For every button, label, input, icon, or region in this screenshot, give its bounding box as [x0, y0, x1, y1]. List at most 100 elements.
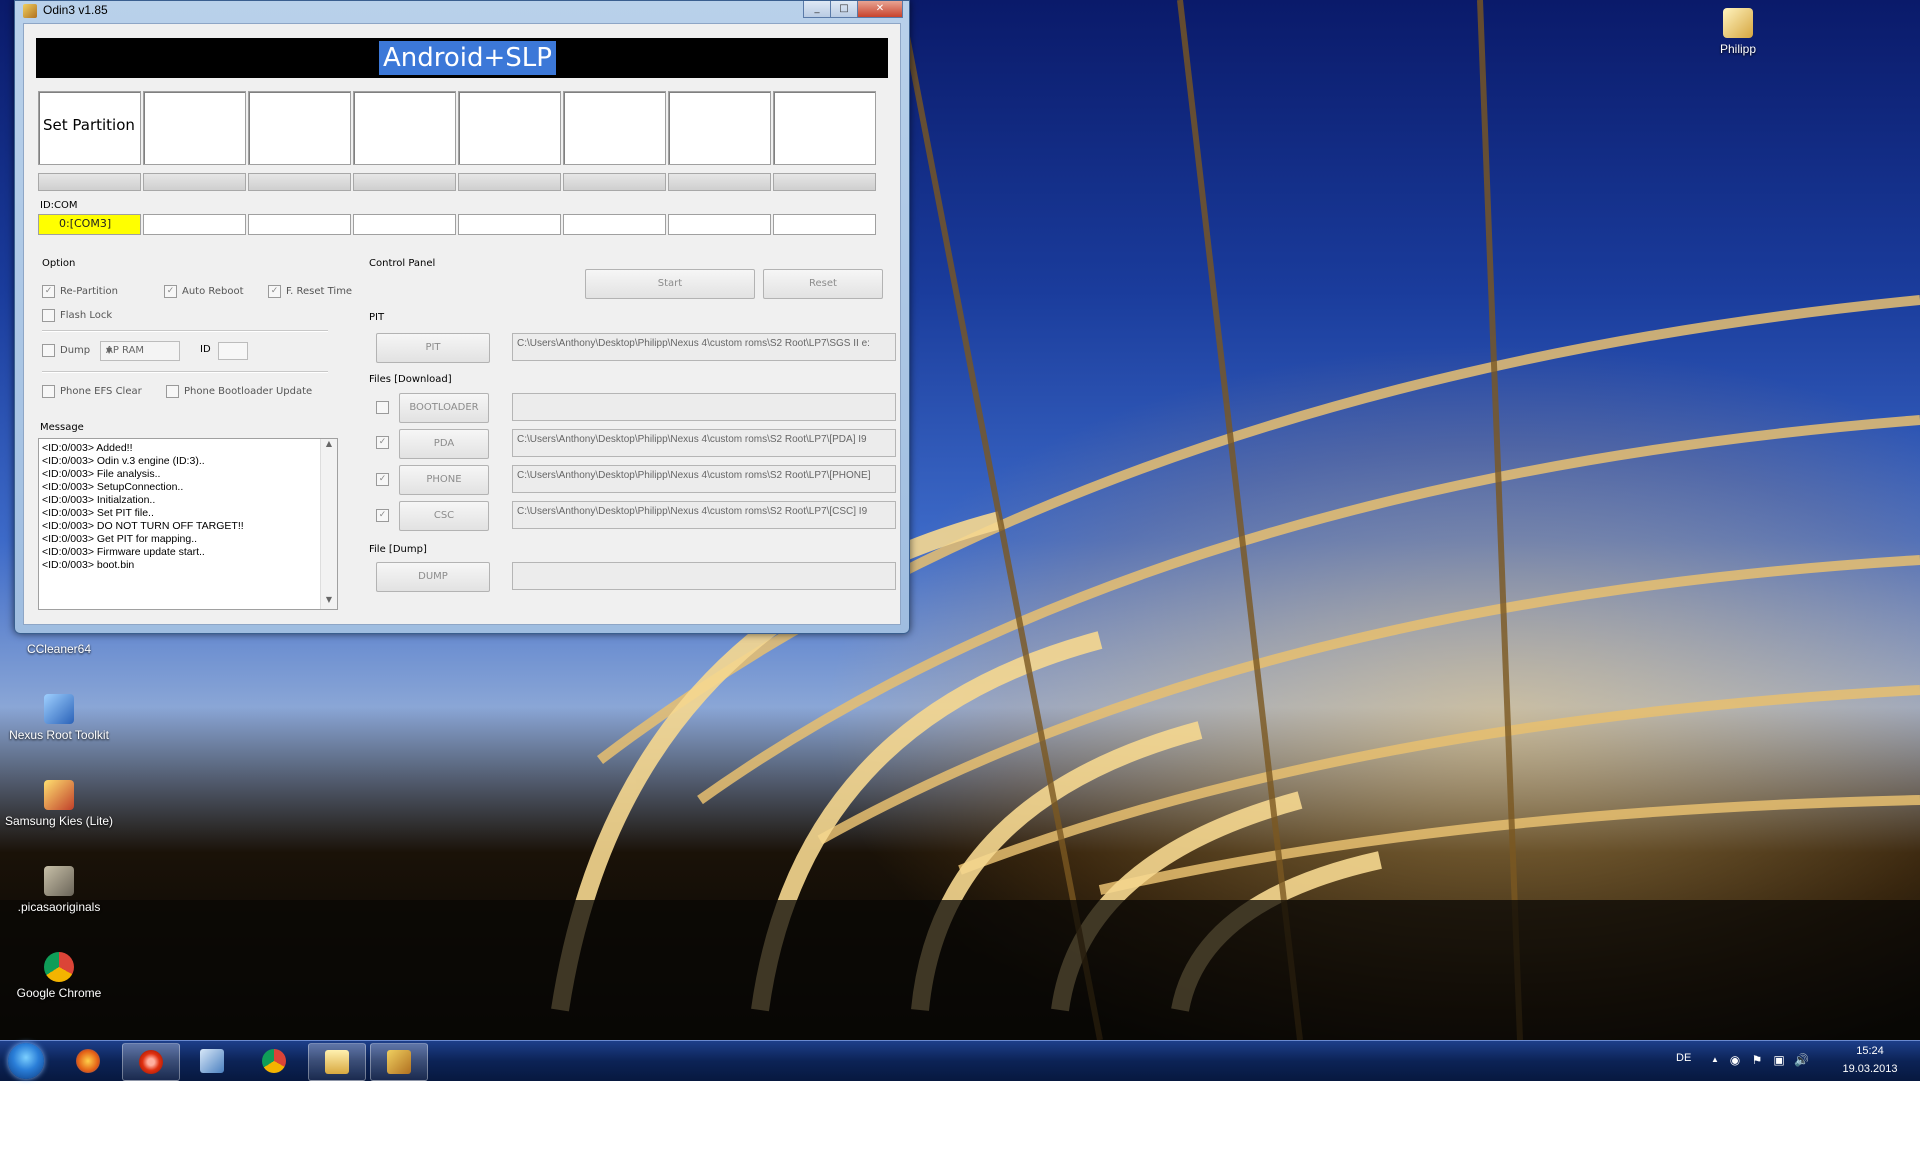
clock-date[interactable]: 19.03.2013 [1830, 1063, 1910, 1075]
log-line: <ID:0/003> Added!! [42, 442, 133, 454]
checkbox-unchecked [42, 309, 55, 322]
desktop-icon-ccleaner[interactable]: CCleaner64 [4, 642, 114, 656]
phone-path-field[interactable]: C:\Users\Anthony\Desktop\Philipp\Nexus 4… [512, 465, 896, 493]
chrome-icon [44, 952, 74, 982]
log-line: <ID:0/003> SetupConnection.. [42, 481, 184, 493]
close-button[interactable]: ✕ [857, 1, 903, 18]
volume-icon[interactable]: 🔊 [1794, 1053, 1809, 1067]
file-dump-label: File [Dump] [369, 544, 427, 555]
pda-button[interactable]: PDA [399, 429, 489, 459]
pit-path-field[interactable]: C:\Users\Anthony\Desktop\Philipp\Nexus 4… [512, 333, 896, 361]
progress-bar-1 [38, 173, 141, 191]
maximize-button[interactable]: □ [830, 1, 858, 18]
chrome-icon [262, 1049, 286, 1073]
taskbar-remote-desktop[interactable] [184, 1043, 240, 1079]
system-tray: DE ▲ ◉ ⚑ ▣ 🔊 15:24 19.03.2013 [1670, 1041, 1920, 1081]
port-box-8 [773, 91, 876, 165]
desktop-icon-philipp[interactable]: Philipp [1683, 8, 1793, 56]
show-hidden-icons-icon[interactable]: ▲ [1708, 1053, 1722, 1067]
app-icon [44, 780, 74, 810]
language-indicator[interactable]: DE [1676, 1052, 1691, 1064]
network-icon[interactable]: ▣ [1772, 1053, 1786, 1067]
desktop-icon-google-chrome[interactable]: Google Chrome [4, 952, 114, 1000]
dump-path-field[interactable] [512, 562, 896, 590]
flash-lock-checkbox[interactable]: Flash Lock [42, 309, 112, 322]
message-label: Message [40, 422, 84, 433]
csc-checkbox[interactable]: ✓ [376, 509, 389, 522]
progress-bar-7 [668, 173, 771, 191]
port-box-2 [143, 91, 246, 165]
log-line: <ID:0/003> Set PIT file.. [42, 507, 154, 519]
progress-bar-2 [143, 173, 246, 191]
id-label: ID [200, 344, 211, 355]
folder-icon [1723, 8, 1753, 38]
dump-target-select[interactable]: AP RAM ▼ [100, 341, 180, 361]
files-download-label: Files [Download] [369, 374, 452, 385]
start-button[interactable]: Start [585, 269, 755, 299]
re-partition-checkbox[interactable]: ✓ Re-Partition [42, 285, 118, 298]
port-box-5 [458, 91, 561, 165]
firefox-icon [76, 1049, 100, 1073]
action-center-flag-icon[interactable]: ⚑ [1750, 1053, 1764, 1067]
pda-path-field[interactable]: C:\Users\Anthony\Desktop\Philipp\Nexus 4… [512, 429, 896, 457]
bootloader-button[interactable]: BOOTLOADER [399, 393, 489, 423]
dump-button[interactable]: DUMP [376, 562, 490, 592]
port-box-4 [353, 91, 456, 165]
desktop-icon-label: CCleaner64 [26, 642, 92, 656]
com-box-1: 0:[COM3] [38, 214, 141, 235]
title-bar[interactable]: Odin3 v1.85 _ □ ✕ [15, 1, 909, 21]
phone-checkbox[interactable]: ✓ [376, 473, 389, 486]
log-line: <ID:0/003> File analysis.. [42, 468, 161, 480]
message-log[interactable]: <ID:0/003> Added!! <ID:0/003> Odin v.3 e… [38, 438, 338, 610]
pit-group-label: PIT [369, 312, 385, 323]
bootloader-path-field[interactable] [512, 393, 896, 421]
desktop-icon-label: Google Chrome [16, 986, 102, 1000]
id-input[interactable] [218, 342, 248, 360]
phone-bootloader-update-checkbox[interactable]: Phone Bootloader Update [166, 385, 312, 398]
checkbox-checked: ✓ [164, 285, 177, 298]
network-globe-icon[interactable]: ◉ [1728, 1053, 1742, 1067]
minimize-button[interactable]: _ [803, 1, 831, 18]
csc-path-field[interactable]: C:\Users\Anthony\Desktop\Philipp\Nexus 4… [512, 501, 896, 529]
odin-window: Odin3 v1.85 _ □ ✕ Android+SLP Set Partit… [14, 0, 910, 634]
bootloader-checkbox[interactable] [376, 401, 389, 414]
progress-bar-6 [563, 173, 666, 191]
taskbar-odin[interactable] [370, 1043, 428, 1081]
csc-button[interactable]: CSC [399, 501, 489, 531]
desktop-icon-nexus-root-toolkit[interactable]: Nexus Root Toolkit [4, 694, 114, 742]
pda-checkbox[interactable]: ✓ [376, 436, 389, 449]
desktop-icon-label: Samsung Kies (Lite) [4, 814, 114, 828]
odin-client-area: Android+SLP Set Partition ID:COM 0:[COM3… [23, 23, 901, 625]
option-group-label: Option [42, 258, 76, 269]
desktop-icon-picasaoriginals[interactable]: .picasaoriginals [4, 866, 114, 914]
banner-text: Android+SLP [379, 41, 556, 75]
log-line: <ID:0/003> DO NOT TURN OFF TARGET!! [42, 520, 244, 532]
dump-checkbox[interactable]: Dump [42, 344, 90, 357]
taskbar-explorer[interactable] [308, 1043, 366, 1081]
taskbar-chrome[interactable] [246, 1043, 302, 1079]
reset-button[interactable]: Reset [763, 269, 883, 299]
checkbox-unchecked [42, 385, 55, 398]
com-box-8 [773, 214, 876, 235]
port-box-1: Set Partition [38, 91, 141, 165]
start-button[interactable] [8, 1043, 44, 1079]
taskbar-firefox[interactable] [60, 1043, 116, 1079]
odin-app-icon [23, 4, 37, 18]
pit-button[interactable]: PIT [376, 333, 490, 363]
f-reset-time-checkbox[interactable]: ✓ F. Reset Time [268, 285, 352, 298]
scroll-up-icon[interactable]: ▲ [321, 439, 337, 453]
desktop-icon-samsung-kies[interactable]: Samsung Kies (Lite) [4, 780, 114, 828]
taskbar-opera[interactable] [122, 1043, 180, 1081]
desktop-icon-label: Philipp [1719, 42, 1757, 56]
checkbox-checked: ✓ [42, 285, 55, 298]
phone-button[interactable]: PHONE [399, 465, 489, 495]
scroll-down-icon[interactable]: ▼ [321, 595, 337, 609]
control-panel-label: Control Panel [369, 258, 436, 269]
phone-efs-clear-checkbox[interactable]: Phone EFS Clear [42, 385, 142, 398]
auto-reboot-checkbox[interactable]: ✓ Auto Reboot [164, 285, 244, 298]
folder-icon [44, 866, 74, 896]
clock-time[interactable]: 15:24 [1840, 1045, 1900, 1057]
com-box-4 [353, 214, 456, 235]
message-scrollbar[interactable]: ▲ ▼ [320, 439, 337, 609]
divider [42, 330, 328, 332]
